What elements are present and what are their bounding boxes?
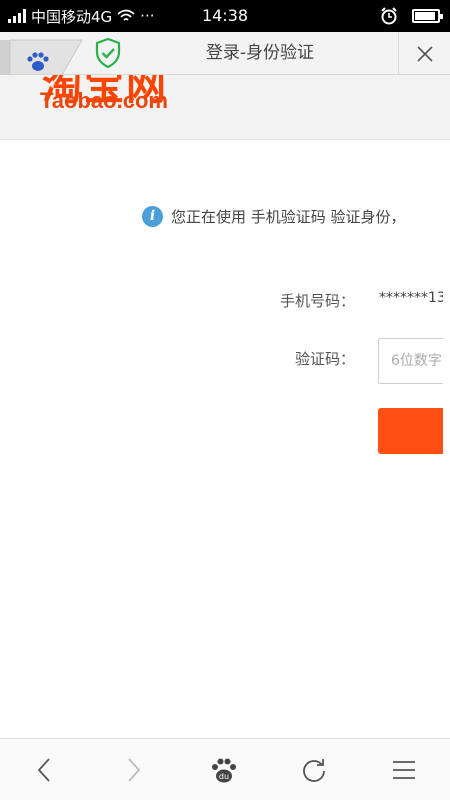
phone-value: *******13 xyxy=(379,290,446,306)
alarm-icon xyxy=(381,7,397,25)
close-button[interactable] xyxy=(398,32,450,75)
home-button[interactable]: du xyxy=(194,739,254,800)
content-clip-edge xyxy=(443,150,450,470)
svg-text:du: du xyxy=(219,772,229,781)
code-input[interactable] xyxy=(378,338,450,384)
submit-button[interactable] xyxy=(378,408,450,454)
refresh-button[interactable] xyxy=(284,739,344,800)
forward-icon xyxy=(128,758,141,782)
page-title: 登录-身份验证 xyxy=(205,43,315,63)
info-text: 您正在使用 手机验证码 验证身份， xyxy=(171,207,406,226)
phone-label: 手机号码： xyxy=(279,292,355,310)
browser-header: 登录-身份验证 xyxy=(0,32,450,75)
home-icon: du xyxy=(212,758,236,783)
menu-button[interactable] xyxy=(374,739,434,800)
status-right xyxy=(380,0,443,32)
close-icon xyxy=(416,45,433,62)
verification-info: i 您正在使用 手机验证码 验证身份， xyxy=(142,204,406,228)
taobao-logo-english: Taobao.com xyxy=(40,88,168,113)
back-button[interactable] xyxy=(14,739,74,800)
back-icon xyxy=(37,758,50,782)
shield-check-icon xyxy=(95,37,121,69)
refresh-icon xyxy=(303,759,325,782)
browser-tab[interactable] xyxy=(0,32,82,75)
status-bar: 中国移动4G ··· 14:38 xyxy=(0,0,450,32)
forward-button[interactable] xyxy=(104,739,164,800)
info-icon: i xyxy=(142,205,163,227)
browser-bottom-nav: du xyxy=(0,738,450,800)
code-label: 验证码： xyxy=(294,350,355,368)
logo-banner: 淘宝网 Taobao.com xyxy=(0,75,450,140)
battery-icon xyxy=(412,9,443,23)
menu-icon xyxy=(393,761,415,779)
